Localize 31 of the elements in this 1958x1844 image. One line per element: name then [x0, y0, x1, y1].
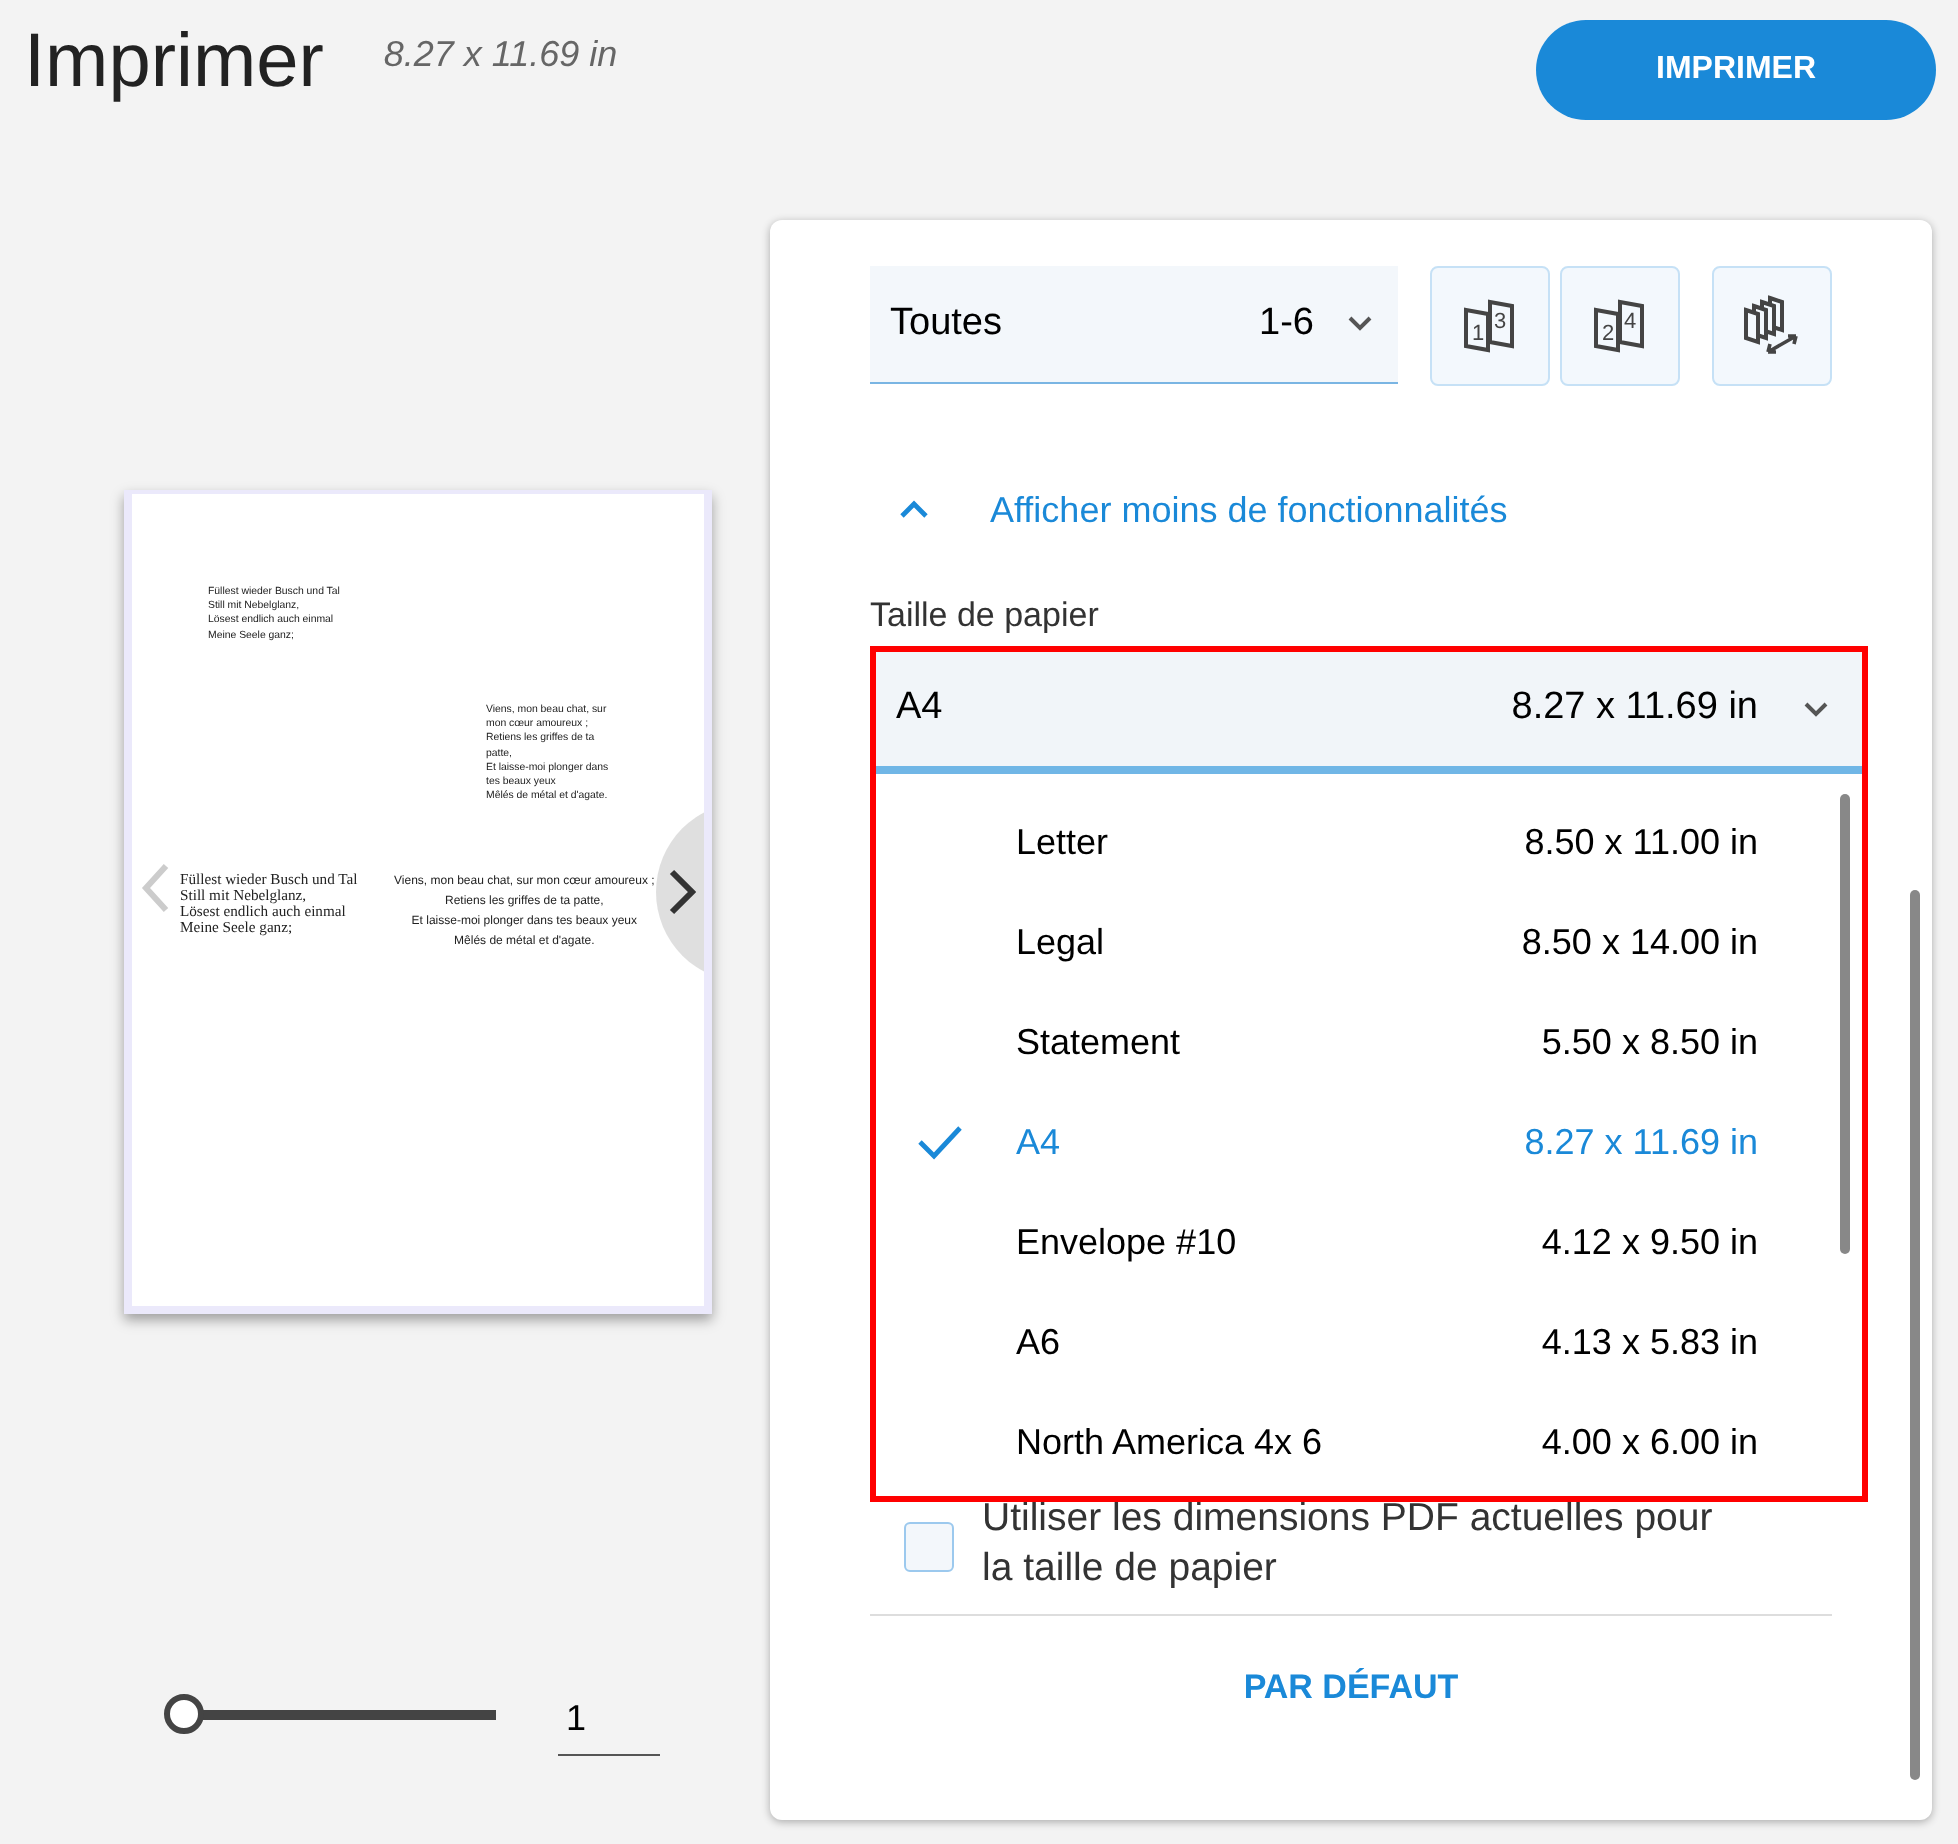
checkmark-icon	[916, 1124, 964, 1160]
print-button[interactable]: IMPRIMER	[1536, 20, 1936, 120]
paper-size-option[interactable]: Letter 8.50 x 11.00 in	[876, 792, 1862, 892]
default-button[interactable]: PAR DÉFAUT	[1231, 1660, 1471, 1715]
collate-button[interactable]	[1712, 266, 1832, 386]
paper-size-option[interactable]: North America 4x 6 4.00 x 6.00 in	[876, 1392, 1862, 1492]
paper-size-option[interactable]: Envelope #10 4.12 x 9.50 in	[876, 1192, 1862, 1292]
stacked-pages-icon	[1740, 294, 1804, 358]
paper-size-label: Taille de papier	[870, 594, 1101, 638]
odd-pages-button[interactable]: 1 3	[1430, 266, 1550, 386]
chevron-up-icon	[898, 498, 930, 522]
paper-size-select[interactable]: A4 8.27 x 11.69 in	[876, 652, 1862, 774]
more-settings-toggle[interactable]: Afficher moins de fonctionnalités	[870, 466, 1508, 554]
paper-size-option[interactable]: Legal 8.50 x 14.00 in	[876, 892, 1862, 992]
page-size-text: 8.27 x 11.69 in	[383, 32, 618, 78]
zoom-slider[interactable]	[164, 1692, 496, 1736]
chevron-down-icon	[1346, 314, 1374, 334]
scrollbar[interactable]	[1840, 794, 1850, 1254]
checkbox[interactable]	[904, 1522, 954, 1572]
scrollbar[interactable]	[1910, 890, 1920, 1780]
paper-size-option[interactable]: A6 4.13 x 5.83 in	[876, 1292, 1862, 1392]
even-pages-button[interactable]: 2 4	[1560, 266, 1680, 386]
page-title: Imprimer	[24, 18, 324, 108]
page-number-field[interactable]: 1	[558, 1684, 660, 1756]
checkbox-label: Utiliser les dimensions PDF actuelles pour la taille de papier	[982, 1494, 1715, 1594]
paper-size-option[interactable]: Statement 5.50 x 8.50 in	[876, 992, 1862, 1092]
chevron-right-icon	[668, 868, 696, 916]
chevron-down-icon	[1802, 699, 1830, 719]
slider-thumb[interactable]	[164, 1694, 204, 1734]
pages-select[interactable]: Toutes 1-6	[870, 266, 1398, 384]
paper-size-option[interactable]: A4 8.27 x 11.69 in	[876, 1092, 1862, 1192]
